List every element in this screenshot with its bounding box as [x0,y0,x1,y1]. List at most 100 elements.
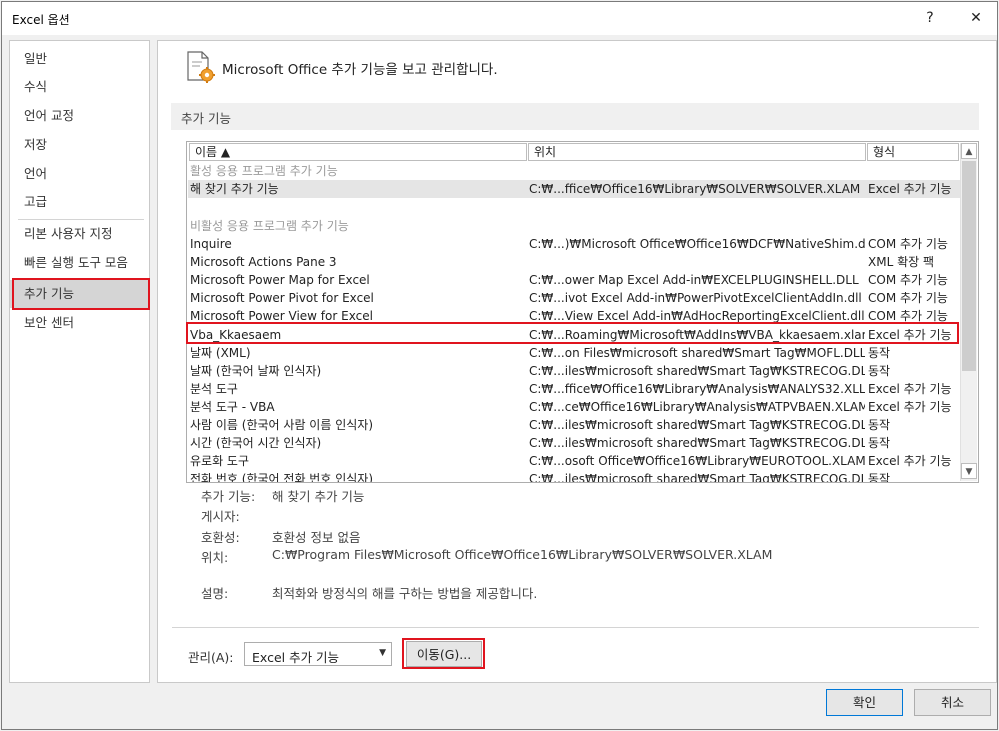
table-row[interactable]: 분석 도구 - VBA C:₩...ce₩Office16₩Library₩An… [188,398,960,416]
addin-location: C:₩...osoft Office₩Office16₩Library₩EURO… [529,454,865,468]
sidebar-item-trust-center[interactable]: 보안 센터 [10,309,149,337]
table-group-row: 활성 응용 프로그램 추가 기능 [188,162,960,180]
table-row[interactable]: 해 찾기 추가 기능 C:₩...ffice₩Office16₩Library₩… [188,180,960,198]
addin-name: 전화 번호 (한국어 전화 번호 인식자) [190,472,373,483]
sidebar-item-general[interactable]: 일반 [10,45,149,73]
addin-location: C:₩...ffice₩Office16₩Library₩Analysis₩AN… [529,382,865,396]
scroll-down-icon[interactable]: ▼ [961,463,977,479]
detail-addin-value: 해 찾기 추가 기능 [272,489,365,504]
detail-description-value: 최적화와 방정식의 해를 구하는 방법을 제공합니다. [272,586,538,601]
sidebar-item-save[interactable]: 저장 [10,131,149,159]
table-row[interactable]: 사람 이름 (한국어 사람 이름 인식자) C:₩...iles₩microso… [188,416,960,434]
addins-nav-highlight [12,278,150,310]
column-header-location[interactable]: 위치 [528,143,866,161]
addin-name: 분석 도구 [190,382,238,396]
detail-compat-label: 호환성: [201,530,240,545]
section-title: 추가 기능 [181,111,231,126]
table-row[interactable]: 분석 도구 C:₩...ffice₩Office16₩Library₩Analy… [188,380,960,398]
addin-type: COM 추가 기능 [868,273,948,287]
addin-type: Excel 추가 기능 [868,454,952,468]
addin-name: 유로화 도구 [190,454,250,468]
table-row[interactable]: Microsoft Power Map for Excel C:₩...ower… [188,271,960,289]
table-row[interactable]: 전화 번호 (한국어 전화 번호 인식자) C:₩...iles₩microso… [188,470,960,483]
help-button[interactable]: ? [919,8,941,28]
title-bar: Excel 옵션 ? ✕ [2,2,997,35]
column-header-name[interactable]: 이름 ▲ [189,143,527,161]
addin-location: C:₩...on Files₩microsoft shared₩Smart Ta… [529,346,865,360]
detail-compat-value: 호환성 정보 없음 [272,530,361,545]
table-row[interactable]: 시간 (한국어 시간 인식자) C:₩...iles₩microsoft sha… [188,434,960,452]
table-row[interactable]: Microsoft Actions Pane 3 XML 확장 팩 [188,253,960,271]
detail-addin-label: 추가 기능: [201,489,256,504]
addin-name: Microsoft Power Pivot for Excel [190,291,374,305]
addin-location: C:₩...)₩Microsoft Office₩Office16₩DCF₩Na… [529,237,865,251]
scroll-thumb[interactable] [962,161,976,371]
addin-name: 시간 (한국어 시간 인식자) [190,436,322,450]
addin-type: Excel 추가 기능 [868,182,952,196]
table-group-row: 비활성 응용 프로그램 추가 기능 [188,217,960,235]
addin-type: 동작 [868,436,891,450]
addin-name: 날짜 (한국어 날짜 인식자) [190,364,322,378]
divider [172,627,979,628]
addin-type: Excel 추가 기능 [868,400,952,414]
addins-gear-icon [187,51,215,83]
addin-location: C:₩...iles₩microsoft shared₩Smart Tag₩KS… [529,436,865,450]
addin-type: 동작 [868,472,891,483]
table-row[interactable]: Microsoft Power Pivot for Excel C:₩...iv… [188,289,960,307]
addin-location [529,253,865,271]
scroll-up-icon[interactable]: ▲ [961,143,977,159]
table-scrollbar[interactable]: ▲ ▼ [960,143,977,481]
manage-label: 관리(A): [188,650,234,665]
addin-location: C:₩...iles₩microsoft shared₩Smart Tag₩KS… [529,418,865,432]
manage-select-value: Excel 추가 기능 [252,650,340,665]
addins-section-header: 추가 기능 [171,103,979,130]
page-header: Microsoft Office 추가 기능을 보고 관리합니다. [222,62,498,78]
addin-name: 사람 이름 (한국어 사람 이름 인식자) [190,418,373,432]
addin-location: C:₩...ivot Excel Add-in₩PowerPivotExcelC… [529,291,862,305]
addin-location: C:₩...ower Map Excel Add-in₩EXCELPLUGINS… [529,273,859,287]
cancel-button[interactable]: 취소 [914,689,991,716]
sidebar-item-customize-ribbon[interactable]: 리본 사용자 지정 [10,220,149,248]
ok-button[interactable]: 확인 [826,689,903,716]
addin-type: COM 추가 기능 [868,291,948,305]
addin-type: COM 추가 기능 [868,237,948,251]
addin-name: Microsoft Power Map for Excel [190,273,370,287]
table-row[interactable]: 유로화 도구 C:₩...osoft Office₩Office16₩Libra… [188,452,960,470]
detail-location-label: 위치: [201,550,229,565]
addin-name: 분석 도구 - VBA [190,400,275,414]
sidebar-item-proofing[interactable]: 언어 교정 [10,102,149,130]
addin-location: C:₩...iles₩microsoft shared₩Smart Tag₩KS… [529,364,865,378]
sidebar-item-language[interactable]: 언어 [10,160,149,188]
addins-table[interactable]: 이름 ▲ 위치 형식 활성 응용 프로그램 추가 기능 해 찾기 추가 기능 C… [186,141,979,483]
group-label: 활성 응용 프로그램 추가 기능 [190,164,338,178]
window-title: Excel 옵션 [12,13,70,27]
sidebar-item-formulas[interactable]: 수식 [10,73,149,101]
addin-type: XML 확장 팩 [868,255,935,269]
addin-location: C:₩...ce₩Office16₩Library₩Analysis₩ATPVB… [529,400,865,414]
detail-publisher-label: 게시자: [201,509,240,524]
table-row[interactable]: 날짜 (한국어 날짜 인식자) C:₩...iles₩microsoft sha… [188,362,960,380]
group-label: 비활성 응용 프로그램 추가 기능 [190,219,349,233]
close-button[interactable]: ✕ [965,8,987,28]
go-button-highlight [402,638,485,669]
addin-type: 동작 [868,364,891,378]
addin-type: 동작 [868,346,891,360]
addin-location: C:₩...ffice₩Office16₩Library₩SOLVER₩SOLV… [529,182,861,196]
addin-name: Inquire [190,237,232,251]
addin-type: Excel 추가 기능 [868,382,952,396]
vba-row-highlight [186,322,959,344]
sidebar-item-quick-access-toolbar[interactable]: 빠른 실행 도구 모음 [10,249,149,277]
addin-type: 동작 [868,418,891,432]
detail-description-label: 설명: [201,586,229,601]
addin-name: 해 찾기 추가 기능 [190,182,279,196]
table-row[interactable]: 날짜 (XML) C:₩...on Files₩microsoft shared… [188,344,960,362]
addin-name: 날짜 (XML) [190,346,251,360]
sidebar-item-advanced[interactable]: 고급 [10,188,149,216]
addin-name: Microsoft Actions Pane 3 [190,255,337,269]
column-header-type[interactable]: 형식 [867,143,959,161]
manage-select[interactable]: Excel 추가 기능 ▼ [244,642,392,666]
sidebar: 일반 수식 언어 교정 저장 언어 고급 리본 사용자 지정 빠른 실행 도구 … [9,40,150,683]
detail-location-value: C:₩Program Files₩Microsoft Office₩Office… [272,547,773,562]
table-row[interactable]: Inquire C:₩...)₩Microsoft Office₩Office1… [188,235,960,253]
addin-location: C:₩...iles₩microsoft shared₩Smart Tag₩KS… [529,472,865,483]
